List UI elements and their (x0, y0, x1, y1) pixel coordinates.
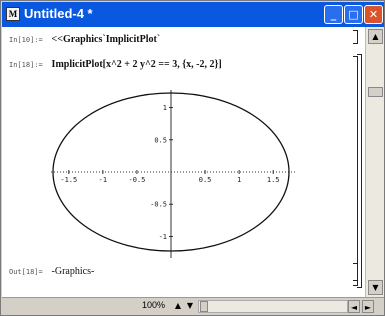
input-cell-18[interactable]: In[18]:= ImplicitPlot[x^2 + 2 y^2 == 3, … (9, 59, 222, 70)
cell-bracket-10[interactable] (353, 30, 358, 44)
output-value-18: -Graphics- (51, 266, 95, 277)
input-label-10: In[10]:= (9, 36, 43, 44)
vertical-scrollbar[interactable]: ▲ ▼ (365, 27, 384, 297)
y-tick-label: 1 (163, 104, 167, 112)
zoom-down-icon[interactable]: ▼ (184, 300, 196, 312)
notebook-content[interactable]: In[10]:= <<Graphics`ImplicitPlot` In[18]… (2, 27, 365, 297)
mathematica-app-icon: M (6, 7, 20, 21)
status-bar: 100% ▲ ▼ ◄ ► (2, 297, 384, 315)
x-tick-label: 0.5 (199, 176, 212, 184)
implicit-plot[interactable]: -1.5 -1 -0.5 0.5 1 1.5 1 0.5 -0.5 -1 (47, 80, 317, 270)
title-bar[interactable]: M Untitled-4 * _ □ ✕ (2, 2, 384, 27)
window-title: Untitled-4 * (24, 6, 93, 21)
input-code-18[interactable]: ImplicitPlot[x^2 + 2 y^2 == 3, {x, -2, 2… (52, 59, 222, 70)
output-cell-18[interactable]: Out[18]= -Graphics- (9, 266, 94, 277)
zoom-up-icon[interactable]: ▲ (172, 300, 184, 312)
input-label-18: In[18]:= (9, 61, 43, 69)
maximize-button[interactable]: □ (344, 5, 363, 24)
horizontal-scrollbar[interactable] (198, 300, 348, 313)
y-tick-label: 0.5 (154, 136, 167, 144)
output-label-18: Out[18]= (9, 268, 43, 276)
cell-bracket-out18[interactable] (353, 263, 358, 281)
notebook-window: M Untitled-4 * _ □ ✕ In[10]:= <<Graphics… (0, 0, 385, 316)
minimize-button[interactable]: _ (324, 5, 343, 24)
vertical-scroll-thumb[interactable] (368, 87, 383, 97)
cell-bracket-18-group[interactable] (357, 54, 362, 288)
y-tick-label: -1 (159, 233, 167, 241)
scroll-up-icon[interactable]: ▲ (368, 29, 383, 44)
x-tick-label: 1 (237, 176, 241, 184)
scroll-left-icon[interactable]: ◄ (348, 300, 360, 313)
input-code-10[interactable]: <<Graphics`ImplicitPlot` (52, 34, 161, 45)
x-tick-label: 1.5 (267, 176, 280, 184)
y-tick-label: -0.5 (150, 201, 167, 209)
close-button[interactable]: ✕ (364, 5, 383, 24)
scroll-down-icon[interactable]: ▼ (368, 280, 383, 295)
input-cell-10[interactable]: In[10]:= <<Graphics`ImplicitPlot` (9, 34, 160, 45)
zoom-level[interactable]: 100% (142, 300, 165, 310)
scroll-right-icon[interactable]: ► (362, 300, 374, 313)
x-tick-label: -1 (99, 176, 107, 184)
x-tick-label: -0.5 (129, 176, 146, 184)
horizontal-scroll-thumb[interactable] (200, 301, 208, 312)
x-tick-label: -1.5 (60, 176, 77, 184)
